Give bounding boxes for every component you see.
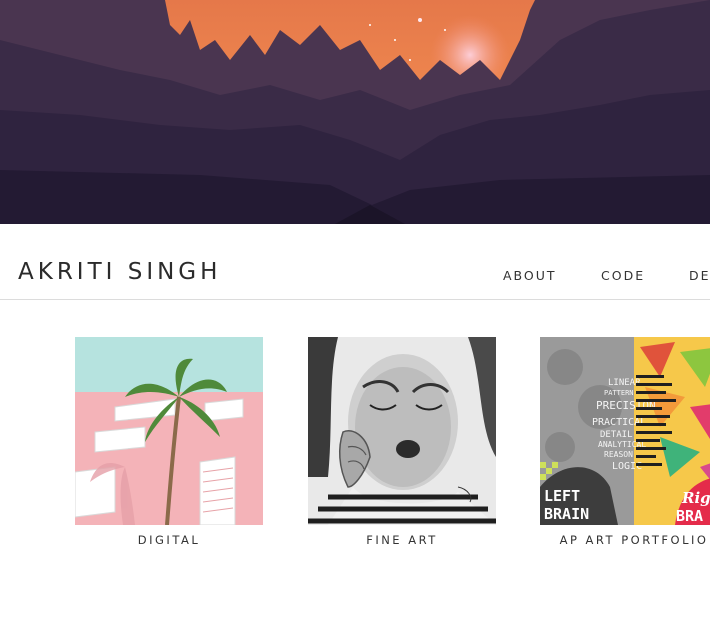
right-label-text: Rig — [681, 489, 710, 507]
nav-link-design[interactable]: DE — [689, 269, 710, 283]
gallery-caption[interactable]: DIGITAL — [75, 533, 263, 547]
ap-art-portfolio-thumbnail-image[interactable]: LEFT BRAIN Rig BRA LINEAR PATTERN PRECIS… — [540, 337, 710, 525]
gallery-item-digital[interactable]: DIGITAL — [75, 337, 263, 547]
gallery-caption[interactable]: FINE ART — [308, 533, 496, 547]
left-label-text: LEFT — [544, 487, 580, 505]
art-word: REASON — [604, 450, 633, 459]
digital-thumbnail-image[interactable] — [75, 337, 263, 525]
nav-link-about[interactable]: ABOUT — [503, 269, 557, 283]
art-word: LOGIC — [612, 461, 642, 472]
brain-label-text: BRAIN — [544, 505, 589, 523]
art-word: PRACTICAL — [592, 417, 646, 428]
brain-right-label-text: BRA — [676, 507, 703, 525]
fine-art-thumbnail-image[interactable] — [308, 337, 496, 525]
gallery-item-ap-art-portfolio[interactable]: LEFT BRAIN Rig BRA LINEAR PATTERN PRECIS… — [540, 337, 710, 547]
art-word: DETAIL — [600, 430, 633, 440]
nav-link-code[interactable]: CODE — [601, 269, 645, 283]
gallery-item-fine-art[interactable]: FINE ART — [308, 337, 496, 547]
site-title[interactable]: AKRITI SINGH — [18, 261, 221, 284]
hero-banner — [0, 0, 710, 224]
art-word: PATTERN — [604, 389, 634, 397]
hero-mountain-illustration — [0, 0, 710, 224]
portfolio-gallery: DIGITAL FINE ART LEFT BRAIN Rig BRA LINE… — [0, 300, 710, 628]
gallery-caption[interactable]: AP ART PORTFOLIO — [540, 533, 710, 547]
site-header: AKRITI SINGH ABOUT CODE DE — [0, 224, 710, 300]
